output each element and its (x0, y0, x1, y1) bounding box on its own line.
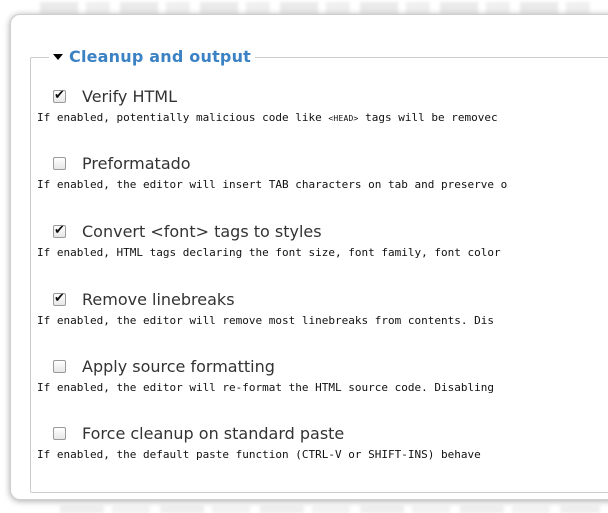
remove-linebreaks-description: If enabled, the editor will remove most … (37, 314, 494, 327)
verify-html-description-tag: <HEAD> (328, 114, 359, 123)
force-cleanup-paste-checkbox[interactable] (53, 426, 66, 440)
preformatado-checkbox[interactable] (53, 156, 66, 170)
triangle-down-icon[interactable] (53, 53, 63, 60)
preformatado-description: If enabled, the editor will insert TAB c… (37, 178, 508, 191)
option-remove-linebreaks: Remove linebreaks If enabled, the editor… (37, 288, 608, 328)
verify-html-description: If enabled, potentially malicious code l… (37, 111, 498, 124)
preformatado-label[interactable]: Preformatado (82, 154, 191, 173)
apply-source-formatting-description: If enabled, the editor will re-format th… (37, 381, 494, 394)
option-force-cleanup-paste: Force cleanup on standard paste If enabl… (37, 422, 608, 462)
verify-html-description-pre: If enabled, potentially malicious code l… (37, 111, 329, 124)
verify-html-description-post: tags will be removec (358, 111, 498, 124)
screen: Cleanup and output Verify HTML If enable… (0, 0, 608, 513)
remove-linebreaks-label[interactable]: Remove linebreaks (82, 290, 235, 309)
settings-panel: Cleanup and output Verify HTML If enable… (10, 14, 608, 500)
apply-source-formatting-label[interactable]: Apply source formatting (82, 357, 275, 376)
convert-font-tags-checkbox[interactable] (53, 223, 66, 238)
fieldset-legend-toggle[interactable]: Cleanup and output (49, 47, 256, 66)
option-convert-font-tags: Convert <font> tags to styles If enabled… (37, 220, 608, 260)
option-preformatado: Preformatado If enabled, the editor will… (37, 152, 608, 192)
apply-source-formatting-checkbox[interactable] (53, 359, 66, 373)
remove-linebreaks-checkbox[interactable] (53, 291, 66, 306)
verify-html-label[interactable]: Verify HTML (82, 87, 177, 106)
blurred-background-text (40, 2, 600, 14)
option-apply-source-formatting: Apply source formatting If enabled, the … (37, 355, 608, 395)
convert-font-tags-label[interactable]: Convert <font> tags to styles (82, 222, 322, 241)
convert-font-tags-description: If enabled, HTML tags declaring the font… (37, 246, 501, 259)
blurred-background-text-bottom (60, 505, 600, 513)
option-verify-html: Verify HTML If enabled, potentially mali… (37, 85, 608, 125)
fieldset-legend-label[interactable]: Cleanup and output (69, 47, 251, 66)
force-cleanup-paste-description: If enabled, the default paste function (… (37, 448, 481, 461)
force-cleanup-paste-label[interactable]: Force cleanup on standard paste (82, 424, 344, 443)
verify-html-checkbox[interactable] (53, 88, 66, 103)
